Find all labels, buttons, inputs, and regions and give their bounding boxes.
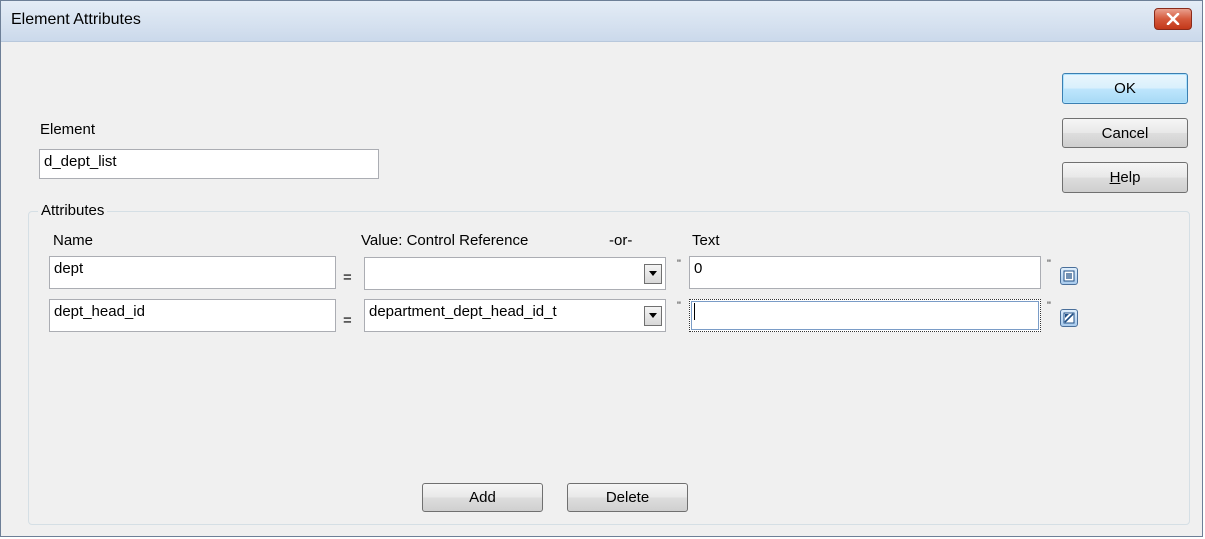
control-reference-combo[interactable]: department_dept_head_id_t (364, 299, 666, 332)
equals-sign: = (343, 312, 352, 329)
dropdown-button[interactable] (644, 306, 662, 326)
attribute-text-field[interactable]: 0 (689, 256, 1041, 289)
chevron-down-icon (649, 313, 657, 318)
ok-button[interactable]: OK (1062, 73, 1188, 104)
element-name-field[interactable]: d_dept_list (39, 149, 379, 179)
help-button[interactable]: Help (1062, 162, 1188, 193)
attributes-group-title: Attributes (38, 202, 108, 219)
equals-sign: = (343, 269, 352, 286)
delete-button-label: Delete (605, 489, 650, 506)
attribute-name-field[interactable]: dept_head_id (49, 299, 336, 332)
open-quote: " (677, 300, 681, 312)
cancel-button-label: Cancel (1101, 124, 1149, 142)
close-quote: " (1047, 300, 1051, 312)
expression-list-button[interactable] (1060, 267, 1078, 285)
attribute-name-value: dept (54, 260, 84, 277)
dialog-body: OK Cancel Help Element d_dept_list Attri… (10, 42, 1195, 532)
help-accelerator: H (1109, 169, 1121, 186)
expression-list-icon (1063, 270, 1075, 282)
expression-edit-icon (1063, 312, 1075, 324)
text-caret (694, 303, 695, 320)
element-name-value: d_dept_list (44, 153, 117, 170)
help-label-rest: elp (1120, 169, 1141, 186)
close-button[interactable] (1154, 8, 1192, 30)
cancel-button[interactable]: Cancel (1062, 118, 1188, 148)
close-icon (1166, 13, 1180, 25)
close-quote: " (1047, 258, 1051, 270)
element-label: Element (40, 121, 96, 138)
chevron-down-icon (649, 271, 657, 276)
dialog-title: Element Attributes (11, 11, 141, 28)
open-quote: " (677, 258, 681, 270)
expression-edit-button[interactable] (1060, 309, 1078, 327)
control-reference-value: department_dept_head_id_t (369, 303, 557, 320)
value-column-header: Value: Control Reference (361, 232, 529, 249)
element-attributes-dialog: Element Attributes OK Cancel Help Elemen… (0, 0, 1203, 537)
or-separator: -or- (609, 232, 633, 249)
add-button-label: Add (469, 489, 496, 506)
add-button[interactable]: Add (422, 483, 543, 512)
name-column-header: Name (53, 232, 94, 249)
attribute-text-field-focused[interactable] (689, 299, 1041, 332)
text-column-header: Text (692, 232, 720, 249)
control-reference-combo[interactable] (364, 257, 666, 290)
ok-button-label: OK (1114, 80, 1136, 97)
help-button-label: Help (1110, 169, 1141, 186)
dropdown-button[interactable] (644, 264, 662, 284)
attribute-text-value: 0 (694, 260, 703, 277)
title-bar[interactable]: Element Attributes (1, 1, 1202, 42)
attribute-name-field[interactable]: dept (49, 256, 336, 289)
delete-button[interactable]: Delete (567, 483, 688, 512)
attribute-name-value: dept_head_id (54, 303, 145, 320)
